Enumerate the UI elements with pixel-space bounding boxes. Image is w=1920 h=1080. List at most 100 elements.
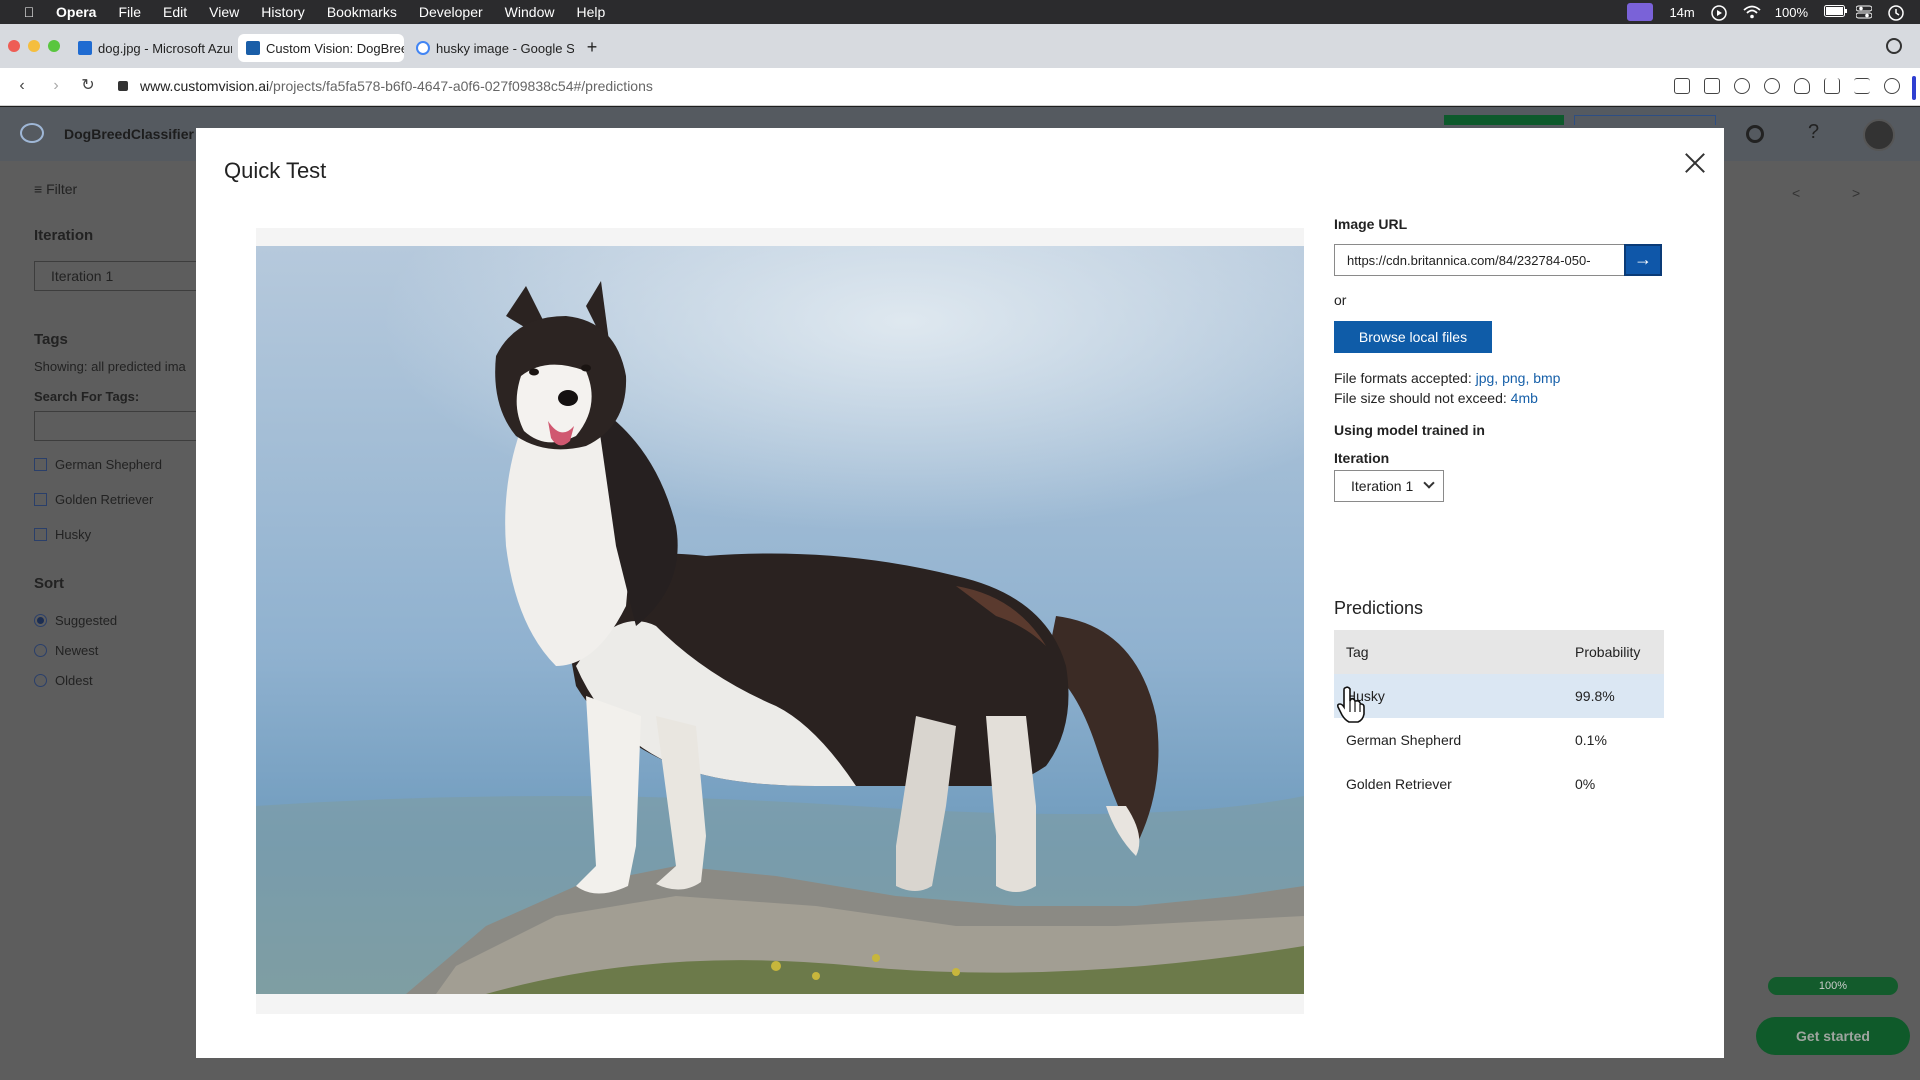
quick-test-button[interactable]: [1574, 115, 1716, 125]
arrow-right-icon: →: [1634, 249, 1652, 269]
submit-url-button[interactable]: →: [1624, 244, 1662, 276]
menu-file[interactable]: File: [118, 4, 141, 20]
iteration-select[interactable]: Iteration 1: [34, 261, 204, 291]
sidebar-accent: [1912, 76, 1916, 100]
column-probability[interactable]: Probability: [1575, 644, 1640, 660]
menu-help[interactable]: Help: [576, 4, 605, 20]
gear-icon[interactable]: [1746, 125, 1764, 143]
menu-window[interactable]: Window: [505, 4, 555, 20]
menu-edit[interactable]: Edit: [163, 4, 187, 20]
sidebar: ≡ Filter Iteration Iteration 1 Tags Show…: [0, 161, 204, 1080]
menu-app-name[interactable]: Opera: [56, 4, 96, 20]
menu-icon[interactable]: [1854, 78, 1870, 94]
checkbox-icon[interactable]: [34, 458, 47, 471]
radio-selected-icon[interactable]: [34, 614, 47, 627]
sort-newest[interactable]: Newest: [34, 643, 98, 658]
time-remaining: 14m: [1669, 4, 1695, 20]
url-path: /projects/fa5fa578-b6f0-4647-a0f6-027f09…: [269, 78, 653, 94]
table-row[interactable]: Golden Retriever 0%: [1334, 762, 1664, 806]
iteration-heading: Iteration: [34, 227, 94, 244]
download-icon[interactable]: [1824, 78, 1840, 94]
battery-icon[interactable]: [1824, 5, 1847, 19]
shield-icon[interactable]: [1734, 78, 1750, 94]
table-header: Tag Probability: [1334, 630, 1664, 674]
tab-azure[interactable]: dog.jpg - Microsoft Azure: [70, 34, 232, 62]
play-icon[interactable]: [1711, 5, 1727, 21]
search-tags-label: Search For Tags:: [34, 389, 140, 404]
sort-suggested[interactable]: Suggested: [34, 613, 117, 628]
checkbox-icon[interactable]: [34, 528, 47, 541]
tag-checkbox-husky[interactable]: Husky: [34, 527, 91, 542]
file-size-text: File size should not exceed: 4mb: [1334, 390, 1538, 406]
sort-label: Oldest: [55, 673, 93, 688]
get-started-button[interactable]: Get started: [1756, 1017, 1910, 1055]
url-field[interactable]: www.customvision.ai/projects/fa5fa578-b6…: [140, 78, 653, 94]
edit-icon[interactable]: [1674, 78, 1690, 94]
new-tab-icon[interactable]: +: [582, 37, 602, 57]
column-tag[interactable]: Tag: [1346, 644, 1369, 660]
browse-local-files-button[interactable]: Browse local files: [1334, 321, 1492, 353]
table-row[interactable]: German Shepherd 0.1%: [1334, 718, 1664, 762]
zoom-window-button[interactable]: [48, 40, 60, 52]
help-icon[interactable]: ?: [1808, 121, 1819, 144]
control-center-icon[interactable]: [1855, 5, 1873, 19]
checkbox-icon[interactable]: [34, 493, 47, 506]
address-bar: ‹ › ↻ www.customvision.ai/projects/fa5fa…: [0, 68, 1920, 106]
profile-icon[interactable]: [1884, 78, 1900, 94]
tags-heading: Tags: [34, 331, 68, 348]
wifi-icon[interactable]: [1743, 5, 1761, 19]
tab-custom-vision[interactable]: Custom Vision: DogBreed: [238, 34, 404, 62]
train-button[interactable]: [1444, 115, 1564, 125]
quick-test-modal: Quick Test Image URL https://cdn.britann…: [196, 128, 1724, 1058]
tag-checkbox-golden-retriever[interactable]: Golden Retriever: [34, 492, 153, 507]
forward-icon[interactable]: ›: [46, 76, 66, 96]
pager-next[interactable]: >: [1852, 185, 1860, 201]
iteration-value: Iteration 1: [1351, 478, 1414, 494]
test-image-frame: [256, 228, 1304, 1014]
reload-icon[interactable]: ↻: [78, 76, 98, 96]
google-favicon-icon: [416, 41, 430, 55]
tab-title: Custom Vision: DogBreed: [266, 40, 404, 56]
minimize-window-button[interactable]: [28, 40, 40, 52]
radio-icon[interactable]: [34, 674, 47, 687]
table-row[interactable]: Husky 99.8%: [1334, 674, 1664, 718]
sort-oldest[interactable]: Oldest: [34, 673, 93, 688]
menu-bookmarks[interactable]: Bookmarks: [327, 4, 397, 20]
project-name[interactable]: DogBreedClassifier: [64, 126, 194, 142]
tag-label: Golden Retriever: [55, 492, 154, 507]
menu-developer[interactable]: Developer: [419, 4, 483, 20]
search-tags-input[interactable]: [34, 411, 204, 441]
filter-button[interactable]: ≡ Filter: [34, 181, 77, 197]
sort-label: Newest: [55, 643, 99, 658]
close-icon[interactable]: [1684, 152, 1706, 174]
husky-photo: [256, 246, 1304, 994]
close-window-button[interactable]: [8, 40, 20, 52]
radio-icon[interactable]: [34, 644, 47, 657]
browser-tab-bar: dog.jpg - Microsoft Azure Custom Vision:…: [0, 24, 1920, 68]
clock-icon[interactable]: [1888, 5, 1904, 21]
prediction-probability: 99.8%: [1575, 688, 1615, 704]
player-icon[interactable]: [1764, 78, 1780, 94]
tab-search-icon[interactable]: [1886, 38, 1902, 54]
menu-history[interactable]: History: [261, 4, 305, 20]
avatar[interactable]: [1863, 119, 1895, 151]
menu-view[interactable]: View: [209, 4, 239, 20]
screen-share-icon[interactable]: [1627, 3, 1654, 21]
iteration-dropdown[interactable]: Iteration 1: [1334, 470, 1444, 502]
image-url-input[interactable]: [1334, 244, 1626, 276]
tag-checkbox-german-shepherd[interactable]: German Shepherd: [34, 457, 162, 472]
pager-prev[interactable]: <: [1792, 185, 1800, 201]
heart-icon[interactable]: [1794, 78, 1810, 94]
apple-icon[interactable]: : [20, 4, 38, 20]
prediction-probability: 0.1%: [1575, 732, 1607, 748]
camera-icon[interactable]: [1704, 78, 1720, 94]
filter-label: Filter: [46, 181, 78, 197]
back-icon[interactable]: ‹: [12, 76, 32, 96]
prediction-tag: Golden Retriever: [1346, 776, 1452, 792]
sort-heading: Sort: [34, 575, 64, 592]
tab-title: dog.jpg - Microsoft Azure: [98, 40, 232, 56]
progress-badge: 100%: [1768, 977, 1898, 995]
iteration-label: Iteration: [1334, 450, 1390, 466]
battery-percent: 100%: [1774, 4, 1808, 20]
tab-google-search[interactable]: husky image - Google Search: [408, 34, 574, 62]
